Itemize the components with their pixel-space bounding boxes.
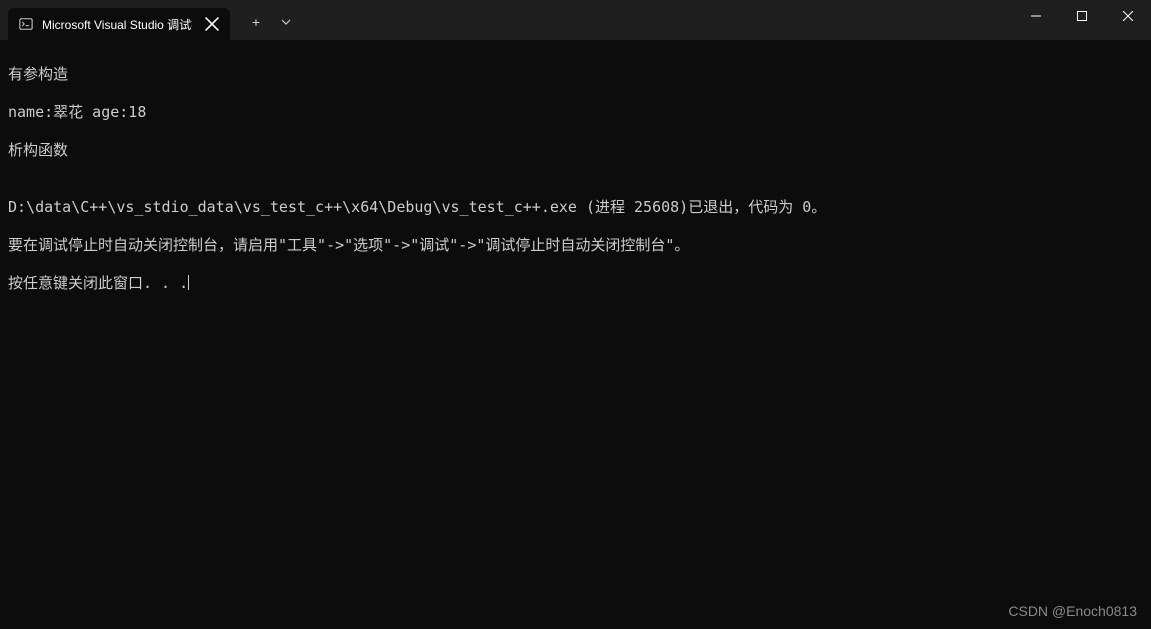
output-line: 析构函数: [8, 141, 1143, 160]
tab-title: Microsoft Visual Studio 调试控: [42, 16, 192, 33]
terminal-icon: [18, 16, 34, 32]
output-line: 要在调试停止时自动关闭控制台，请启用"工具"->"选项"->"调试"->"调试停…: [8, 236, 1143, 255]
window-controls: [1013, 0, 1151, 40]
tab-dropdown-button[interactable]: [272, 8, 300, 36]
output-line: 按任意键关闭此窗口. . .: [8, 274, 188, 292]
active-tab[interactable]: Microsoft Visual Studio 调试控: [8, 8, 230, 40]
titlebar: Microsoft Visual Studio 调试控 +: [0, 0, 1151, 40]
output-line: name:翠花 age:18: [8, 103, 1143, 122]
close-button[interactable]: [1105, 0, 1151, 32]
tab-close-button[interactable]: [204, 16, 220, 32]
minimize-button[interactable]: [1013, 0, 1059, 32]
watermark: CSDN @Enoch0813: [1008, 603, 1137, 619]
maximize-button[interactable]: [1059, 0, 1105, 32]
text-cursor: [188, 275, 189, 290]
output-line: D:\data\C++\vs_stdio_data\vs_test_c++\x6…: [8, 198, 1143, 217]
new-tab-button[interactable]: +: [242, 8, 270, 36]
output-line: 有参构造: [8, 65, 1143, 84]
terminal-output[interactable]: 有参构造 name:翠花 age:18 析构函数 D:\data\C++\vs_…: [0, 40, 1151, 629]
